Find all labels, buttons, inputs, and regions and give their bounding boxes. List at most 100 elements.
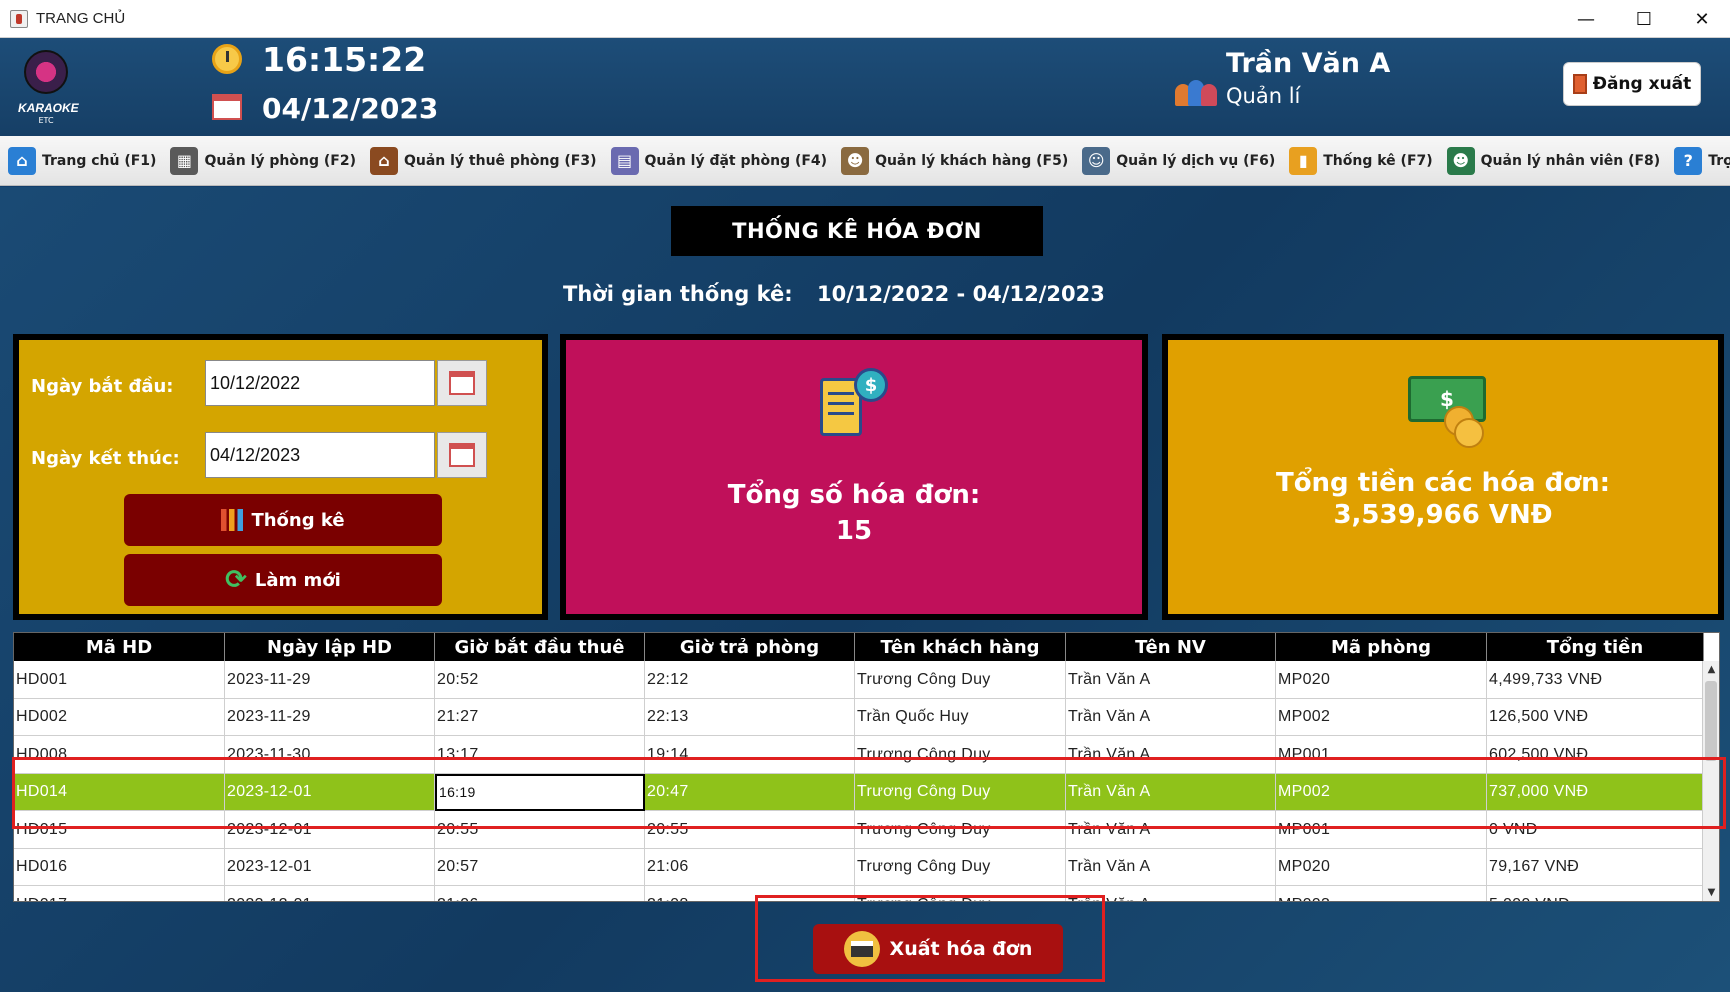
- table-cell[interactable]: 2023-12-01: [225, 773, 435, 811]
- table-row[interactable]: HD015 2023-12-01 20:55 20:55 Trương Công Duy…: [14, 811, 1704, 849]
- table-cell[interactable]: HD015: [14, 811, 225, 848]
- export-invoice-button[interactable]: Xuất hóa đơn: [813, 924, 1063, 974]
- menu-item-4[interactable]: ☻ Quản lý khách hàng (F5): [841, 146, 1068, 175]
- menu-item-1[interactable]: ▦ Quản lý phòng (F2): [170, 146, 356, 175]
- table-cell[interactable]: HD017: [14, 886, 225, 901]
- scroll-thumb[interactable]: [1705, 681, 1717, 761]
- end-date-input[interactable]: 04/12/2023: [205, 432, 435, 478]
- column-header[interactable]: Tên NV: [1066, 633, 1276, 661]
- table-cell[interactable]: MP002: [1276, 698, 1487, 736]
- start-date-input[interactable]: 10/12/2022: [205, 360, 435, 406]
- table-cell[interactable]: 2023-11-30: [225, 736, 435, 773]
- table-cell[interactable]: Trương Công Duy: [855, 661, 1066, 698]
- column-header[interactable]: Ngày lập HD: [225, 633, 435, 661]
- menu-item-label: Quản lý đặt phòng (F4): [644, 152, 828, 169]
- maximize-button[interactable]: ☐: [1615, 0, 1673, 38]
- table-cell[interactable]: 20:52: [435, 661, 645, 698]
- refresh-button[interactable]: ⟳ Làm mới: [124, 554, 442, 606]
- table-cell[interactable]: HD008: [14, 736, 225, 773]
- table-cell[interactable]: 21:06: [435, 886, 645, 901]
- table-cell[interactable]: 19:14: [645, 736, 855, 773]
- table-body[interactable]: HD001 2023-11-29 20:52 22:12 Trương Công Duy…: [14, 661, 1704, 901]
- table-cell[interactable]: 2023-12-01: [225, 811, 435, 848]
- table-row[interactable]: HD014 2023-12-01 16:19 20:47 Trương Công Duy…: [14, 773, 1704, 811]
- table-cell[interactable]: Trần Văn A: [1066, 886, 1276, 901]
- table-cell[interactable]: 21:08: [645, 886, 855, 901]
- table-cell[interactable]: 5,000 VNĐ: [1487, 886, 1704, 901]
- current-date: 04/12/2023: [262, 92, 439, 125]
- table-cell[interactable]: 126,500 VNĐ: [1487, 698, 1704, 736]
- table-row[interactable]: HD008 2023-11-30 13:17 19:14 Trương Công Duy…: [14, 736, 1704, 774]
- table-cell[interactable]: Trương Công Duy: [855, 811, 1066, 848]
- menu-item-3[interactable]: ▤ Quản lý đặt phòng (F4): [610, 146, 828, 175]
- menu-item-6[interactable]: ▮ Thống kê (F7): [1289, 146, 1433, 175]
- table-row[interactable]: HD016 2023-12-01 20:57 21:06 Trương Công Duy…: [14, 848, 1704, 886]
- table-cell[interactable]: Trần Văn A: [1066, 811, 1276, 848]
- column-header[interactable]: Tên khách hàng: [855, 633, 1066, 661]
- close-button[interactable]: ✕: [1673, 0, 1730, 38]
- start-date-picker-button[interactable]: [437, 360, 487, 406]
- table-cell[interactable]: 22:12: [645, 661, 855, 698]
- table-cell[interactable]: 20:57: [435, 848, 645, 886]
- table-cell[interactable]: 21:06: [645, 848, 855, 886]
- invoice-table[interactable]: Mã HD Ngày lập HD Giờ bắt đầu thuê Giờ trả …: [13, 632, 1720, 902]
- table-cell[interactable]: 737,000 VNĐ: [1487, 773, 1704, 811]
- table-cell[interactable]: 22:13: [645, 698, 855, 736]
- minimize-button[interactable]: —: [1557, 0, 1615, 38]
- menu-item-2[interactable]: ⌂ Quản lý thuê phòng (F3): [369, 146, 597, 175]
- table-cell[interactable]: 16:19: [435, 773, 645, 811]
- table-cell[interactable]: 2023-11-29: [225, 698, 435, 736]
- table-cell[interactable]: 21:27: [435, 698, 645, 736]
- table-cell[interactable]: Trương Công Duy: [855, 886, 1066, 901]
- column-header[interactable]: Giờ trả phòng: [645, 633, 855, 661]
- table-cell[interactable]: Trương Công Duy: [855, 848, 1066, 886]
- table-cell[interactable]: 20:47: [645, 773, 855, 811]
- table-row[interactable]: HD0172023-12-0121:0621:08Trương Công Duy…: [14, 886, 1704, 901]
- column-header[interactable]: Tổng tiền: [1487, 633, 1704, 661]
- table-cell[interactable]: Trần Văn A: [1066, 736, 1276, 773]
- table-cell[interactable]: Trần Văn A: [1066, 698, 1276, 736]
- logout-button[interactable]: Đăng xuất: [1563, 62, 1701, 106]
- table-cell[interactable]: 2023-11-29: [225, 661, 435, 698]
- table-cell[interactable]: MP020: [1276, 661, 1487, 698]
- table-cell[interactable]: 0 VNĐ: [1487, 811, 1704, 848]
- table-cell[interactable]: Trần Quốc Huy: [855, 698, 1066, 736]
- table-cell[interactable]: MP020: [1276, 848, 1487, 886]
- menu-item-0[interactable]: ⌂ Trang chủ (F1): [8, 146, 156, 175]
- table-cell[interactable]: HD014: [14, 773, 225, 811]
- table-row[interactable]: HD002 2023-11-29 21:27 22:13 Trần Quốc Huy Tr…: [14, 698, 1704, 736]
- column-header[interactable]: Mã HD: [14, 633, 225, 661]
- menu-item-7[interactable]: ☻ Quản lý nhân viên (F8): [1446, 146, 1660, 175]
- scroll-up-arrow-icon[interactable]: ▲: [1703, 661, 1719, 678]
- table-cell[interactable]: Trương Công Duy: [855, 773, 1066, 811]
- table-cell[interactable]: MP001: [1276, 811, 1487, 848]
- table-scrollbar[interactable]: ▲ ▼: [1702, 661, 1719, 901]
- table-cell[interactable]: HD016: [14, 848, 225, 886]
- table-cell[interactable]: Trần Văn A: [1066, 773, 1276, 811]
- column-header[interactable]: Giờ bắt đầu thuê: [435, 633, 645, 661]
- end-date-picker-button[interactable]: [437, 432, 487, 478]
- menu-item-8[interactable]: ? Trợ giúp (F9): [1674, 146, 1730, 175]
- table-cell[interactable]: 13:17: [435, 736, 645, 773]
- table-cell[interactable]: 20:55: [645, 811, 855, 848]
- table-cell[interactable]: 20:55: [435, 811, 645, 848]
- table-cell[interactable]: 2023-12-01: [225, 886, 435, 901]
- column-header[interactable]: Mã phòng: [1276, 633, 1487, 661]
- table-cell[interactable]: HD002: [14, 698, 225, 736]
- table-row[interactable]: HD001 2023-11-29 20:52 22:12 Trương Công Duy…: [14, 661, 1704, 699]
- table-cell[interactable]: Trương Công Duy: [855, 736, 1066, 773]
- table-cell[interactable]: 79,167 VNĐ: [1487, 848, 1704, 886]
- table-cell[interactable]: Trần Văn A: [1066, 661, 1276, 698]
- table-cell[interactable]: MP003: [1276, 886, 1487, 901]
- statistics-button[interactable]: Thống kê: [124, 494, 442, 546]
- table-cell[interactable]: HD001: [14, 661, 225, 698]
- filter-panel: Ngày bắt đầu: 10/12/2022 Ngày kết thúc: …: [13, 334, 548, 620]
- menu-item-5[interactable]: ☺ Quản lý dịch vụ (F6): [1082, 146, 1275, 175]
- table-cell[interactable]: Trần Văn A: [1066, 848, 1276, 886]
- table-cell[interactable]: 602,500 VNĐ: [1487, 736, 1704, 773]
- table-cell[interactable]: MP002: [1276, 773, 1487, 811]
- scroll-down-arrow-icon[interactable]: ▼: [1703, 884, 1719, 901]
- table-cell[interactable]: MP001: [1276, 736, 1487, 773]
- table-cell[interactable]: 2023-12-01: [225, 848, 435, 886]
- table-cell[interactable]: 4,499,733 VNĐ: [1487, 661, 1704, 698]
